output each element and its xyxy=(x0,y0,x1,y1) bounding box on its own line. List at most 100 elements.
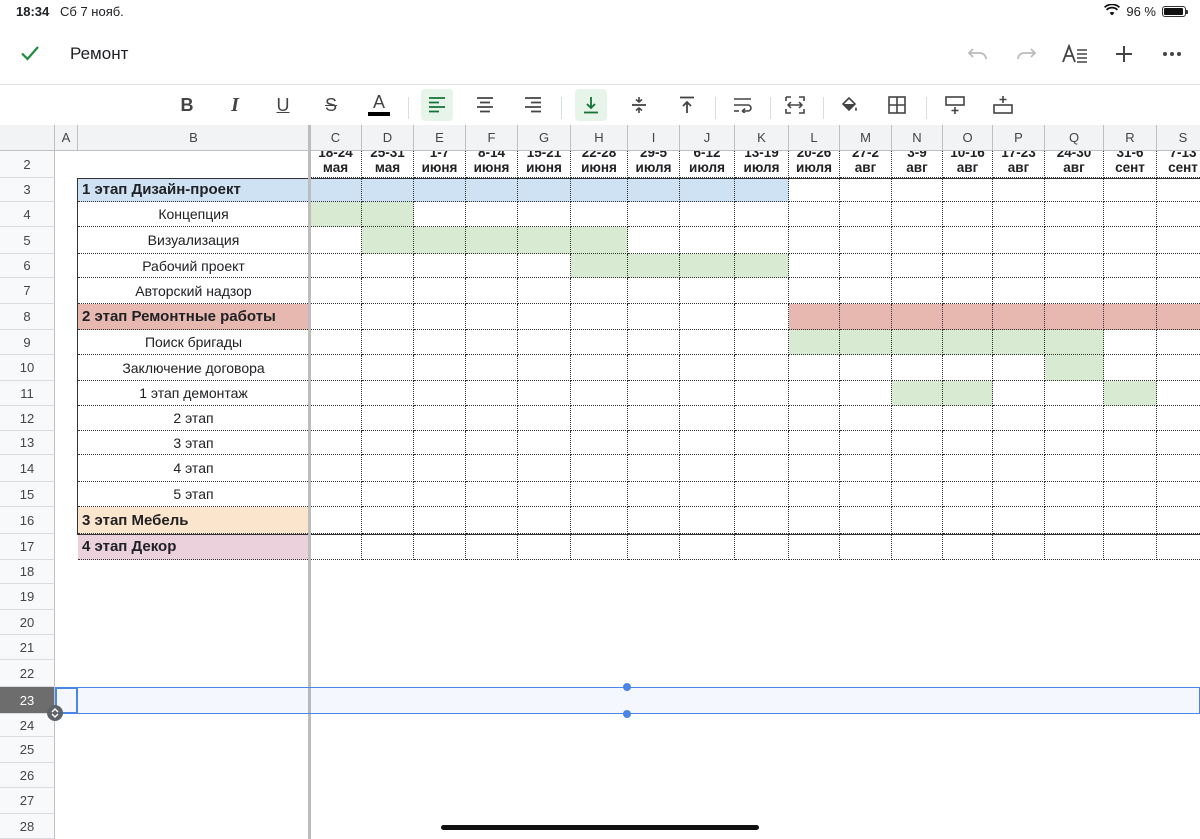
timeline-cell[interactable] xyxy=(310,227,362,254)
row-header-21[interactable]: 21 xyxy=(0,635,55,660)
timeline-cell[interactable] xyxy=(1104,507,1157,534)
gantt-bar-cell[interactable] xyxy=(628,254,680,278)
timeline-cell[interactable] xyxy=(1104,455,1157,482)
timeline-cell[interactable] xyxy=(892,227,943,254)
timeline-cell[interactable] xyxy=(789,381,840,406)
timeline-cell[interactable] xyxy=(518,254,571,278)
row-header-8[interactable]: 8 xyxy=(0,304,55,330)
timeline-cell[interactable] xyxy=(628,534,680,560)
timeline-cell[interactable] xyxy=(466,381,518,406)
timeline-cell[interactable] xyxy=(840,431,892,455)
column-header-i[interactable]: I xyxy=(628,125,680,151)
timeline-cell[interactable] xyxy=(1104,330,1157,355)
redo-icon[interactable] xyxy=(1012,40,1040,68)
timeline-cell[interactable] xyxy=(1157,381,1200,406)
timeline-cell[interactable] xyxy=(414,455,466,482)
date-header-cell[interactable]: 10-16 авг xyxy=(943,151,993,178)
timeline-cell[interactable] xyxy=(735,355,789,381)
timeline-cell[interactable] xyxy=(789,254,840,278)
timeline-cell[interactable] xyxy=(571,507,628,534)
gantt-bar-cell[interactable] xyxy=(628,178,680,202)
timeline-cell[interactable] xyxy=(735,227,789,254)
row-header-11[interactable]: 11 xyxy=(0,381,55,406)
align-center-button[interactable] xyxy=(469,89,501,121)
timeline-cell[interactable] xyxy=(414,330,466,355)
timeline-cell[interactable] xyxy=(735,304,789,330)
timeline-cell[interactable] xyxy=(789,202,840,227)
timeline-cell[interactable] xyxy=(414,278,466,304)
date-header-cell[interactable]: 6-12 июля xyxy=(680,151,735,178)
column-header-s[interactable]: S xyxy=(1157,125,1200,151)
task-label-cell[interactable]: 5 этап xyxy=(78,482,310,507)
row-header-12[interactable]: 12 xyxy=(0,406,55,431)
insert-row-below-button[interactable] xyxy=(939,89,971,121)
timeline-cell[interactable] xyxy=(1157,202,1200,227)
timeline-cell[interactable] xyxy=(1157,227,1200,254)
timeline-cell[interactable] xyxy=(993,455,1045,482)
timeline-cell[interactable] xyxy=(310,455,362,482)
timeline-cell[interactable] xyxy=(571,304,628,330)
timeline-cell[interactable] xyxy=(518,534,571,560)
timeline-cell[interactable] xyxy=(943,406,993,431)
timeline-cell[interactable] xyxy=(892,431,943,455)
strikethrough-button[interactable]: S xyxy=(315,89,347,121)
timeline-cell[interactable] xyxy=(993,381,1045,406)
row-header-6[interactable]: 6 xyxy=(0,254,55,278)
timeline-cell[interactable] xyxy=(943,278,993,304)
timeline-cell[interactable] xyxy=(892,482,943,507)
gantt-bar-cell[interactable] xyxy=(680,254,735,278)
timeline-cell[interactable] xyxy=(466,431,518,455)
timeline-cell[interactable] xyxy=(310,507,362,534)
timeline-cell[interactable] xyxy=(628,507,680,534)
timeline-cell[interactable] xyxy=(943,254,993,278)
gantt-bar-cell[interactable] xyxy=(414,178,466,202)
timeline-cell[interactable] xyxy=(466,304,518,330)
timeline-cell[interactable] xyxy=(1045,406,1104,431)
timeline-cell[interactable] xyxy=(892,507,943,534)
column-header-g[interactable]: G xyxy=(518,125,571,151)
home-indicator[interactable] xyxy=(441,825,759,830)
add-icon[interactable] xyxy=(1110,40,1138,68)
stage-label-cell[interactable]: 4 этап Декор xyxy=(78,534,310,560)
column-header-h[interactable]: H xyxy=(571,125,628,151)
date-header-cell[interactable]: 22-28 июня xyxy=(571,151,628,178)
cell-b2[interactable] xyxy=(78,151,310,178)
row-header-22[interactable]: 22 xyxy=(0,660,55,687)
column-header-f[interactable]: F xyxy=(466,125,518,151)
borders-button[interactable] xyxy=(881,89,913,121)
timeline-cell[interactable] xyxy=(943,355,993,381)
timeline-cell[interactable] xyxy=(1157,507,1200,534)
gantt-bar-cell[interactable] xyxy=(1045,330,1104,355)
timeline-cell[interactable] xyxy=(628,406,680,431)
timeline-cell[interactable] xyxy=(892,534,943,560)
timeline-cell[interactable] xyxy=(993,355,1045,381)
timeline-cell[interactable] xyxy=(993,278,1045,304)
timeline-cell[interactable] xyxy=(628,381,680,406)
timeline-cell[interactable] xyxy=(943,431,993,455)
task-label-cell[interactable]: Поиск бригады xyxy=(78,330,310,355)
timeline-cell[interactable] xyxy=(518,431,571,455)
column-header-q[interactable]: Q xyxy=(1045,125,1104,151)
gantt-bar-cell[interactable] xyxy=(518,178,571,202)
row-header-20[interactable]: 20 xyxy=(0,610,55,635)
timeline-cell[interactable] xyxy=(518,304,571,330)
document-title[interactable]: Ремонт xyxy=(70,44,128,64)
date-header-cell[interactable]: 27-2 авг xyxy=(840,151,892,178)
timeline-cell[interactable] xyxy=(840,455,892,482)
timeline-cell[interactable] xyxy=(993,431,1045,455)
gantt-bar-cell[interactable] xyxy=(735,254,789,278)
timeline-cell[interactable] xyxy=(943,534,993,560)
column-header-j[interactable]: J xyxy=(680,125,735,151)
stage-label-cell[interactable]: 3 этап Мебель xyxy=(78,507,310,534)
timeline-cell[interactable] xyxy=(680,534,735,560)
timeline-cell[interactable] xyxy=(1045,455,1104,482)
timeline-cell[interactable] xyxy=(1157,482,1200,507)
selection-handle-top[interactable] xyxy=(623,683,631,691)
row-header-4[interactable]: 4 xyxy=(0,202,55,227)
timeline-cell[interactable] xyxy=(466,278,518,304)
timeline-cell[interactable] xyxy=(466,254,518,278)
timeline-cell[interactable] xyxy=(1157,355,1200,381)
gantt-bar-cell[interactable] xyxy=(466,227,518,254)
timeline-cell[interactable] xyxy=(1157,254,1200,278)
timeline-cell[interactable] xyxy=(310,355,362,381)
